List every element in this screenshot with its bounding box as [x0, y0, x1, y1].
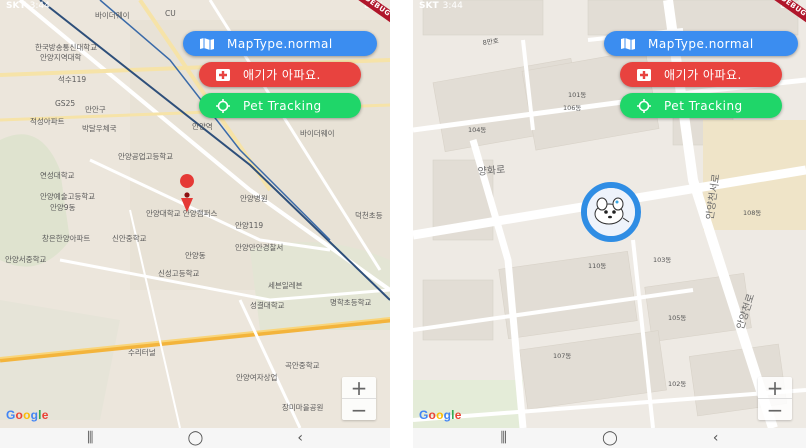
clock: 3:44	[442, 1, 463, 11]
back-button[interactable]: ‹	[713, 428, 719, 448]
pet-sick-button[interactable]: 애기가 아파요.	[199, 62, 361, 87]
map-label: 연성대학교	[40, 170, 75, 180]
back-button[interactable]: ‹	[297, 428, 303, 448]
recent-apps-button[interactable]: ⫼	[87, 428, 93, 448]
map-label: 103동	[653, 256, 671, 264]
map-label: 108동	[743, 209, 761, 217]
map-label: 안양예술고등학교	[40, 191, 95, 201]
map-label: 적성아파트	[30, 116, 65, 126]
pet-tracking-label: Pet Tracking	[243, 98, 322, 113]
google-logo: Google	[6, 408, 49, 422]
map-label: 안양동	[185, 250, 206, 260]
carrier-label: SKT	[6, 1, 26, 11]
zoom-in-button[interactable]: +	[342, 376, 376, 400]
map-type-button[interactable]: MapType.normal	[183, 31, 377, 56]
carrier-label: SKT	[419, 1, 439, 11]
zoom-out-button[interactable]: −	[342, 398, 376, 422]
map-label: 102동	[668, 380, 686, 388]
map-label: 장미마을공원	[282, 402, 323, 412]
map-label: 박달우체국	[82, 123, 117, 133]
map-label: GS25	[55, 99, 75, 108]
map-label: 한국방송통신대학교	[35, 42, 97, 52]
map-label: 성결대학교	[250, 300, 285, 310]
map-label: 104동	[468, 126, 486, 134]
map-label: 101동	[568, 91, 586, 99]
pet-location-marker[interactable]	[555, 182, 667, 242]
map-label: 105동	[668, 314, 686, 322]
google-logo: Google	[419, 408, 462, 422]
map-label: 안양공업고등학교	[118, 151, 173, 161]
map-label: 안양여자상업	[236, 372, 277, 382]
street-label: 양화로	[477, 164, 506, 178]
map-label: 안양병원	[240, 193, 268, 203]
home-button[interactable]: ◯	[602, 428, 618, 448]
pet-tracking-label: Pet Tracking	[664, 98, 743, 113]
screenshot-stage: 바이더웨이 CU 한국방송통신대학교 안양지역대학 석수119 GS25 만안구…	[0, 0, 806, 448]
map-type-label: MapType.normal	[227, 36, 333, 51]
first-aid-icon	[216, 68, 230, 81]
map-label: 신안중학교	[112, 233, 147, 243]
pet-sick-label: 애기가 아파요.	[243, 68, 321, 82]
map-label: 만안구	[85, 104, 106, 114]
phone-screen-zoomed-in: 8만호 101동 104동 103동 105동 107동 102동 106동 1…	[413, 0, 806, 448]
map-icon	[621, 37, 635, 50]
system-nav-bar: ⫼ ◯ ‹	[0, 428, 390, 448]
first-aid-icon	[637, 68, 651, 81]
map-label: 창은한양아파트	[42, 233, 90, 243]
status-bar: SKT 3:44 82%	[0, 0, 390, 12]
crosshair-icon	[637, 98, 651, 113]
system-nav-bar: ⫼ ◯ ‹	[413, 428, 806, 448]
phone-screen-zoomed-out: 바이더웨이 CU 한국방송통신대학교 안양지역대학 석수119 GS25 만안구…	[0, 0, 390, 448]
map-label: 곡안중학교	[285, 360, 320, 370]
map-icon	[200, 37, 214, 50]
crosshair-icon	[216, 98, 230, 113]
pet-tracking-button[interactable]: Pet Tracking	[199, 93, 361, 118]
map-label: 덕천초등	[355, 210, 383, 220]
zoom-controls: + −	[758, 376, 792, 422]
map-label: 107동	[553, 352, 571, 360]
map-label: 안양서중학교	[5, 254, 46, 264]
recent-apps-button[interactable]: ⫼	[501, 428, 507, 448]
map-label: 수리터널	[128, 348, 156, 357]
map-label: 110동	[588, 262, 606, 270]
map-label: 석수119	[58, 74, 86, 84]
pet-tracking-button[interactable]: Pet Tracking	[620, 93, 782, 118]
pet-sick-label: 애기가 아파요.	[664, 68, 742, 82]
clock: 3:44	[29, 1, 50, 11]
map-label: 안양역	[192, 121, 213, 131]
zoom-controls: + −	[342, 376, 376, 422]
status-bar: SKT 3:44 82%	[413, 0, 806, 12]
zoom-in-button[interactable]: +	[758, 376, 792, 400]
pet-sick-button[interactable]: 애기가 아파요.	[620, 62, 782, 87]
map-label: 안양대학교 안양캠퍼스	[146, 208, 217, 218]
zoom-out-button[interactable]: −	[758, 398, 792, 422]
map-label: 안양9동	[50, 202, 76, 212]
map-label: 106동	[563, 104, 581, 112]
map-label: 바이더웨이	[300, 128, 335, 138]
map-label: 안양119	[235, 220, 263, 230]
map-label: 안양만안경찰서	[235, 242, 283, 252]
map-label: 안양지역대학	[40, 52, 81, 62]
map-label: 명학초등학교	[330, 297, 371, 307]
map-label: 세븐일레븐	[268, 281, 303, 290]
home-button[interactable]: ◯	[188, 428, 204, 448]
map-label: 신성고등학교	[158, 268, 199, 278]
map-type-button[interactable]: MapType.normal	[604, 31, 798, 56]
map-type-label: MapType.normal	[648, 36, 754, 51]
